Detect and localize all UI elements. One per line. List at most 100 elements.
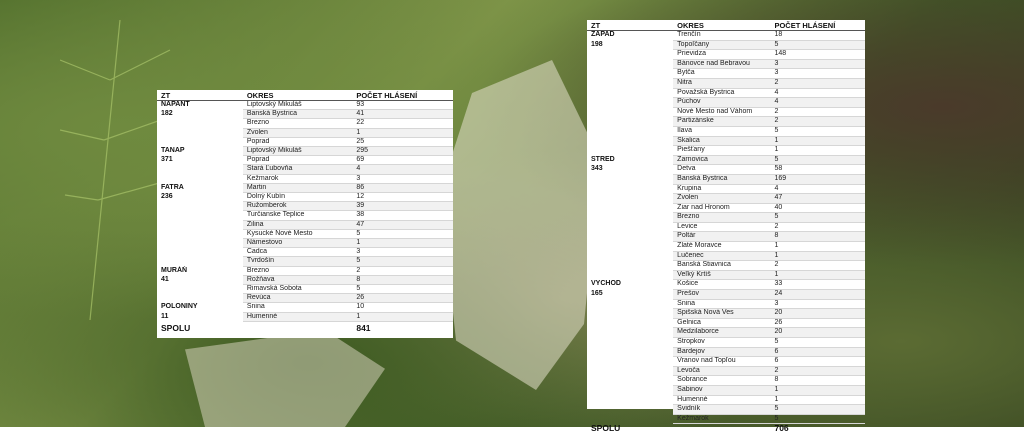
- table-row: Brezno 5: [587, 212, 865, 223]
- report-count: 1: [352, 238, 453, 249]
- district-name: Humenné: [242, 312, 353, 322]
- district-name: Zvolen: [673, 193, 771, 204]
- table-row: Skalica 1: [587, 136, 865, 147]
- report-count: 58: [770, 164, 865, 175]
- district-name: Nové Mesto nad Váhom: [673, 107, 771, 118]
- zone-name: STRED: [591, 155, 615, 163]
- zone-cell: [587, 146, 673, 156]
- zone-cell: [157, 211, 243, 220]
- district-name: Poprad: [242, 137, 353, 148]
- right-table-body: ZÁPAD Trenčín 18 198 Topoľčany 5 Prievidza 148 B…: [587, 30, 865, 433]
- zone-cell: [587, 347, 673, 357]
- report-count: 295: [352, 146, 453, 157]
- district-name: Žiar nad Hronom: [673, 203, 771, 214]
- zone-cell: [587, 232, 673, 242]
- district-name: Ružomberok: [242, 201, 353, 212]
- report-count: 20: [770, 327, 865, 338]
- report-count: 25: [352, 137, 453, 148]
- table-row: FATRA Martin 86: [157, 183, 453, 194]
- report-count: 93: [352, 100, 453, 111]
- zone-cell: [587, 385, 673, 395]
- report-count: 1: [770, 395, 865, 406]
- report-count: 1: [770, 241, 865, 252]
- zone-cell: [157, 128, 243, 137]
- report-count: 5: [770, 155, 865, 166]
- report-count: 6: [770, 347, 865, 358]
- report-count: 148: [770, 49, 865, 60]
- map-overlay: [440, 60, 600, 390]
- zone-cell: [587, 366, 673, 376]
- district-name: Lučenec: [673, 251, 771, 262]
- total-value: 706: [774, 423, 789, 433]
- district-name: Turčianske Teplice: [242, 210, 353, 221]
- zone-cell: [157, 202, 243, 211]
- table-row: Tvrdošín 5: [157, 256, 453, 267]
- district-name: Kysucké Nové Mesto: [242, 229, 353, 240]
- report-count: 47: [352, 220, 453, 230]
- table-row: Ilava 5: [587, 126, 865, 137]
- table-row: Žiar nad Hronom 40: [587, 203, 865, 214]
- report-count: 18: [770, 30, 865, 41]
- district-name: Sobrance: [673, 375, 771, 386]
- table-row: Sobrance 8: [587, 375, 865, 386]
- district-name: Žilina: [242, 220, 353, 230]
- zone-cell: [587, 194, 673, 204]
- table-row: 11 Humenné 1: [157, 312, 453, 322]
- zone-cell: [587, 222, 673, 232]
- table-row: Námestovo 1: [157, 238, 453, 249]
- table-row: 198 Topoľčany 5: [587, 40, 865, 51]
- district-name: Kežmarok: [242, 174, 353, 184]
- table-row: TANAP Liptovský Mikuláš 295: [157, 146, 453, 157]
- table-row: Bardejov 6: [587, 347, 865, 358]
- total-label: SPOLU: [161, 322, 191, 333]
- report-count: 2: [352, 266, 453, 276]
- district-name: Snina: [242, 302, 353, 313]
- zone-cell: [157, 174, 243, 183]
- forest-background-photo: [0, 0, 1024, 427]
- district-name: Brezno: [242, 118, 353, 129]
- district-name: Medzilaborce: [673, 327, 771, 338]
- table-row: Kežmarok 5: [587, 414, 865, 425]
- district-name: Trenčín: [673, 30, 771, 41]
- zone-cell: [157, 119, 243, 128]
- table-row: Bánovce nad Bebravou 3: [587, 59, 865, 70]
- report-count: 1: [352, 128, 453, 138]
- table-row: 371 Poprad 69: [157, 155, 453, 166]
- table-row: Levoča 2: [587, 366, 865, 377]
- zone-cell: [157, 294, 243, 303]
- report-count: 8: [770, 231, 865, 243]
- report-count: 2: [770, 78, 865, 89]
- report-count: 5: [352, 284, 453, 295]
- district-name: Rožňava: [242, 275, 353, 286]
- report-count: 3: [770, 299, 865, 310]
- table-row: Gelnica 26: [587, 318, 865, 329]
- total-spacer: [673, 424, 770, 433]
- report-count: 1: [770, 385, 865, 396]
- report-count: 2: [770, 260, 865, 271]
- right-report-table-panel: ZT OKRES POČET HLÁSENÍ ZÁPAD Trenčín 18 198…: [587, 20, 865, 433]
- report-count: 5: [770, 40, 865, 51]
- header-okres: OKRES: [673, 20, 771, 31]
- table-row: Sabinov 1: [587, 385, 865, 396]
- district-name: Prešov: [673, 289, 771, 300]
- table-row: Humenné 1: [587, 395, 865, 406]
- zone-cell: [587, 376, 673, 386]
- table-row: 41 Rožňava 8: [157, 275, 453, 286]
- table-row: Banská Štiavnica 2: [587, 260, 865, 271]
- table-row: 182 Banská Bystrica 41: [157, 109, 453, 120]
- district-name: Humenné: [673, 395, 771, 406]
- report-count: 8: [352, 275, 453, 286]
- district-name: Tvrdošín: [242, 256, 353, 267]
- table-row: NAPANT Liptovský Mikuláš 93: [157, 100, 453, 111]
- report-count: 4: [352, 164, 453, 175]
- zone-name: VÝCHOD: [591, 280, 621, 288]
- zone-cell: [587, 299, 673, 309]
- zone-total: 182: [161, 110, 173, 118]
- zone-cell: [587, 174, 673, 184]
- zone-cell: [157, 248, 243, 257]
- zone-total: 41: [161, 275, 169, 283]
- left-report-table-panel: ZT OKRES POČET HLÁSENÍ NAPANT Liptovský M…: [157, 90, 453, 338]
- zone-cell: [587, 414, 673, 424]
- district-name: Revúca: [242, 293, 353, 304]
- district-name: Sabinov: [673, 385, 771, 396]
